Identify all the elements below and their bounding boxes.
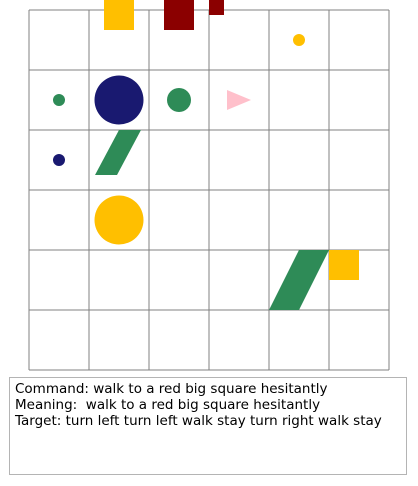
grid-lines — [28, 9, 390, 371]
green-circle — [53, 94, 65, 106]
yellow-square — [104, 0, 134, 30]
green-cylinder — [269, 250, 329, 310]
red-square — [164, 0, 194, 30]
yellow-circle — [293, 34, 305, 46]
grid-objects — [53, 0, 359, 310]
yellow-circle — [94, 195, 144, 245]
info-panel: Command: walk to a red big square hesita… — [9, 377, 407, 475]
grid-world-board — [28, 0, 390, 371]
red-square — [209, 0, 224, 15]
green-cylinder — [95, 130, 141, 175]
yellow-square — [329, 250, 359, 280]
green-circle — [167, 88, 191, 112]
command-text: Command: walk to a red big square hesita… — [15, 381, 328, 397]
blue-circle — [94, 75, 144, 125]
meaning-text: Meaning: walk to a red big square hesita… — [15, 397, 321, 413]
blue-circle — [53, 154, 65, 166]
target-text: Target: turn left turn left walk stay tu… — [15, 413, 382, 429]
agent-triangle — [227, 90, 251, 110]
